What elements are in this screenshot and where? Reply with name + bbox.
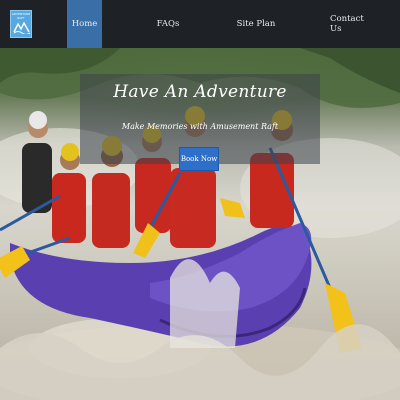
nav-item-site-plan[interactable]: Site Plan — [236, 0, 276, 48]
book-now-button[interactable]: Book Now — [179, 147, 219, 171]
hero-headline: Have An Adventure — [113, 82, 287, 102]
logo[interactable]: ADVENTURE RAFT — [10, 10, 32, 38]
logo-text: ADVENTURE RAFT — [11, 12, 31, 20]
hero-subline: Make Memories with Amusement Raft — [121, 122, 279, 131]
wave-logo-icon — [13, 21, 31, 34]
nav-item-home[interactable]: Home — [67, 0, 102, 48]
navbar: ADVENTURE RAFT Home FAQs Site Plan Conta… — [0, 0, 400, 48]
nav-item-contact-us[interactable]: Contact Us — [330, 0, 370, 48]
nav-item-faqs[interactable]: FAQs — [150, 0, 186, 48]
